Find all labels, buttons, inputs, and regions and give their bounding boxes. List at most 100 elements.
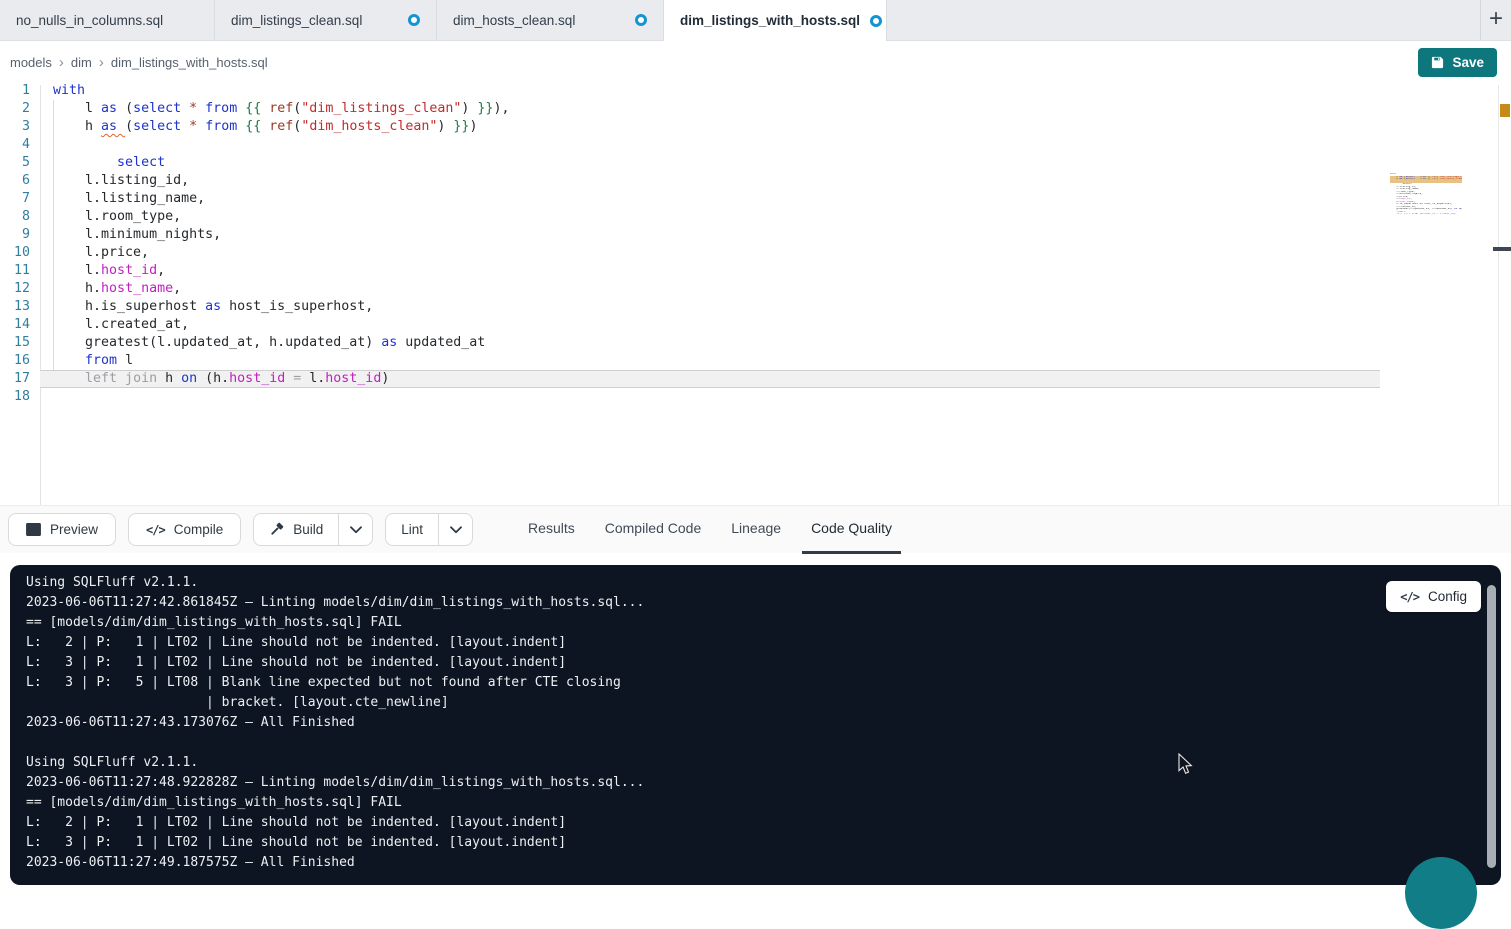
chevron-right-icon: › — [59, 55, 64, 70]
code-line[interactable]: 9 l.minimum_nights, — [0, 226, 1380, 244]
minimap[interactable]: with l as (select * from {{ ref("dim_lis… — [1390, 173, 1462, 223]
code-text: l as (select * from {{ ref("dim_listings… — [30, 100, 509, 118]
chevron-down-icon — [350, 526, 362, 534]
code-text: l.minimum_nights, — [30, 226, 221, 244]
tab-lineage[interactable]: Lineage — [722, 506, 790, 554]
minimap-line: left join h on (h.host_id = l.host_id) — [1390, 213, 1462, 216]
line-number: 17 — [0, 370, 30, 388]
code-line[interactable]: 8 l.room_type, — [0, 208, 1380, 226]
breadcrumb: models › dim › dim_listings_with_hosts.s… — [10, 55, 268, 70]
code-line[interactable]: 4 — [0, 136, 1380, 154]
editor-tab[interactable]: dim_listings_with_hosts.sql — [664, 0, 887, 41]
code-text: with — [30, 82, 85, 100]
code-line[interactable]: 16 from l — [0, 352, 1380, 370]
editor-tab[interactable]: dim_hosts_clean.sql — [437, 0, 664, 40]
line-number: 7 — [0, 190, 30, 208]
plus-icon: + — [1489, 7, 1503, 31]
lint-button-label: Lint — [401, 522, 423, 537]
line-number: 13 — [0, 298, 30, 316]
tab-label: dim_hosts_clean.sql — [453, 13, 575, 28]
terminal-line: 2023-06-06T11:27:42.861845Z — Linting mo… — [26, 593, 644, 613]
code-text: h.is_superhost as host_is_superhost, — [30, 298, 373, 316]
terminal-line: == [models/dim/dim_listings_with_hosts.s… — [26, 613, 644, 633]
line-number: 14 — [0, 316, 30, 334]
save-button-label: Save — [1452, 55, 1484, 70]
line-number: 6 — [0, 172, 30, 190]
terminal-line: L: 3 | P: 5 | LT08 | Blank line expected… — [26, 673, 644, 693]
code-text: l.host_id, — [30, 262, 165, 280]
lint-dropdown-button[interactable] — [438, 514, 472, 545]
code-line[interactable]: 12 h.host_name, — [0, 280, 1380, 298]
save-icon — [1431, 56, 1444, 69]
lint-button-group: Lint — [385, 513, 473, 546]
terminal-line: Using SQLFluff v2.1.1. — [26, 573, 644, 593]
code-line[interactable]: 14 l.created_at, — [0, 316, 1380, 334]
tab-results[interactable]: Results — [519, 506, 584, 554]
code-line[interactable]: 13 h.is_superhost as host_is_superhost, — [0, 298, 1380, 316]
overview-ruler-position-marker[interactable] — [1493, 247, 1511, 251]
build-dropdown-button[interactable] — [338, 514, 372, 545]
editor-tab[interactable]: dim_listings_clean.sql — [215, 0, 437, 40]
minimap-line: h as (select * from {{ ref("dim_hosts_cl… — [1390, 178, 1462, 181]
help-fab-button[interactable] — [1405, 857, 1477, 929]
code-line[interactable]: 18 — [0, 388, 1380, 406]
minimap-line — [1390, 216, 1462, 219]
code-editor[interactable]: 1with2 l as (select * from {{ ref("dim_l… — [0, 85, 1511, 505]
line-number: 1 — [0, 82, 30, 100]
modified-dot-icon — [870, 15, 882, 27]
mouse-cursor — [1178, 753, 1193, 775]
code-brackets-icon: </> — [1400, 590, 1419, 604]
tab-compiled-code[interactable]: Compiled Code — [596, 506, 711, 554]
terminal-line: 2023-06-06T11:27:43.173076Z — All Finish… — [26, 713, 644, 733]
new-tab-button[interactable]: + — [1480, 0, 1511, 40]
line-number: 5 — [0, 154, 30, 172]
line-number: 11 — [0, 262, 30, 280]
modified-dot-icon — [408, 14, 420, 26]
file-header-bar: models › dim › dim_listings_with_hosts.s… — [0, 41, 1511, 85]
line-number: 2 — [0, 100, 30, 118]
code-lines: 1with2 l as (select * from {{ ref("dim_l… — [0, 82, 1380, 406]
code-line[interactable]: 6 l.listing_id, — [0, 172, 1380, 190]
code-text: l.listing_name, — [30, 190, 205, 208]
code-text: greatest(l.updated_at, h.updated_at) as … — [30, 334, 485, 352]
lint-button[interactable]: Lint — [386, 514, 438, 545]
code-line[interactable]: 15 greatest(l.updated_at, h.updated_at) … — [0, 334, 1380, 352]
overview-ruler-warning-marker[interactable] — [1500, 104, 1510, 117]
save-button[interactable]: Save — [1418, 48, 1497, 77]
breadcrumb-dim[interactable]: dim — [71, 55, 92, 70]
code-text: h as (select * from {{ ref("dim_hosts_cl… — [30, 118, 477, 136]
terminal-line: L: 2 | P: 1 | LT02 | Line should not be … — [26, 813, 644, 833]
terminal-line: == [models/dim/dim_listings_with_hosts.s… — [26, 793, 644, 813]
code-line[interactable]: 3 h as (select * from {{ ref("dim_hosts_… — [0, 118, 1380, 136]
lint-output-terminal[interactable]: Using SQLFluff v2.1.1.2023-06-06T11:27:4… — [10, 565, 1501, 885]
code-line[interactable]: 1with — [0, 82, 1380, 100]
config-button[interactable]: </> Config — [1386, 581, 1481, 612]
code-text: h.host_name, — [30, 280, 181, 298]
code-line[interactable]: 10 l.price, — [0, 244, 1380, 262]
editor-tab-bar: no_nulls_in_columns.sqldim_listings_clea… — [0, 0, 1511, 41]
code-text: l.listing_id, — [30, 172, 189, 190]
line-number: 10 — [0, 244, 30, 262]
line-number: 4 — [0, 136, 30, 154]
code-line[interactable]: 5 select — [0, 154, 1380, 172]
overview-ruler-divider — [1498, 85, 1499, 505]
code-line[interactable]: 17 left join h on (h.host_id = l.host_id… — [0, 370, 1380, 388]
terminal-lines: Using SQLFluff v2.1.1.2023-06-06T11:27:4… — [26, 573, 644, 873]
code-line[interactable]: 7 l.listing_name, — [0, 190, 1380, 208]
line-number: 15 — [0, 334, 30, 352]
preview-button-label: Preview — [50, 522, 98, 537]
preview-button[interactable]: Preview — [8, 513, 116, 546]
terminal-line: Using SQLFluff v2.1.1. — [26, 753, 644, 773]
terminal-scrollbar[interactable] — [1487, 585, 1496, 868]
build-button[interactable]: Build — [254, 514, 338, 545]
code-line[interactable]: 11 l.host_id, — [0, 262, 1380, 280]
code-text: from l — [30, 352, 133, 370]
line-number: 16 — [0, 352, 30, 370]
breadcrumb-models[interactable]: models — [10, 55, 52, 70]
build-button-label: Build — [293, 522, 323, 537]
tab-code-quality[interactable]: Code Quality — [802, 506, 901, 554]
code-line[interactable]: 2 l as (select * from {{ ref("dim_listin… — [0, 100, 1380, 118]
terminal-line — [26, 733, 644, 753]
compile-button[interactable]: </> Compile — [128, 513, 241, 546]
editor-tab[interactable]: no_nulls_in_columns.sql — [0, 0, 215, 40]
